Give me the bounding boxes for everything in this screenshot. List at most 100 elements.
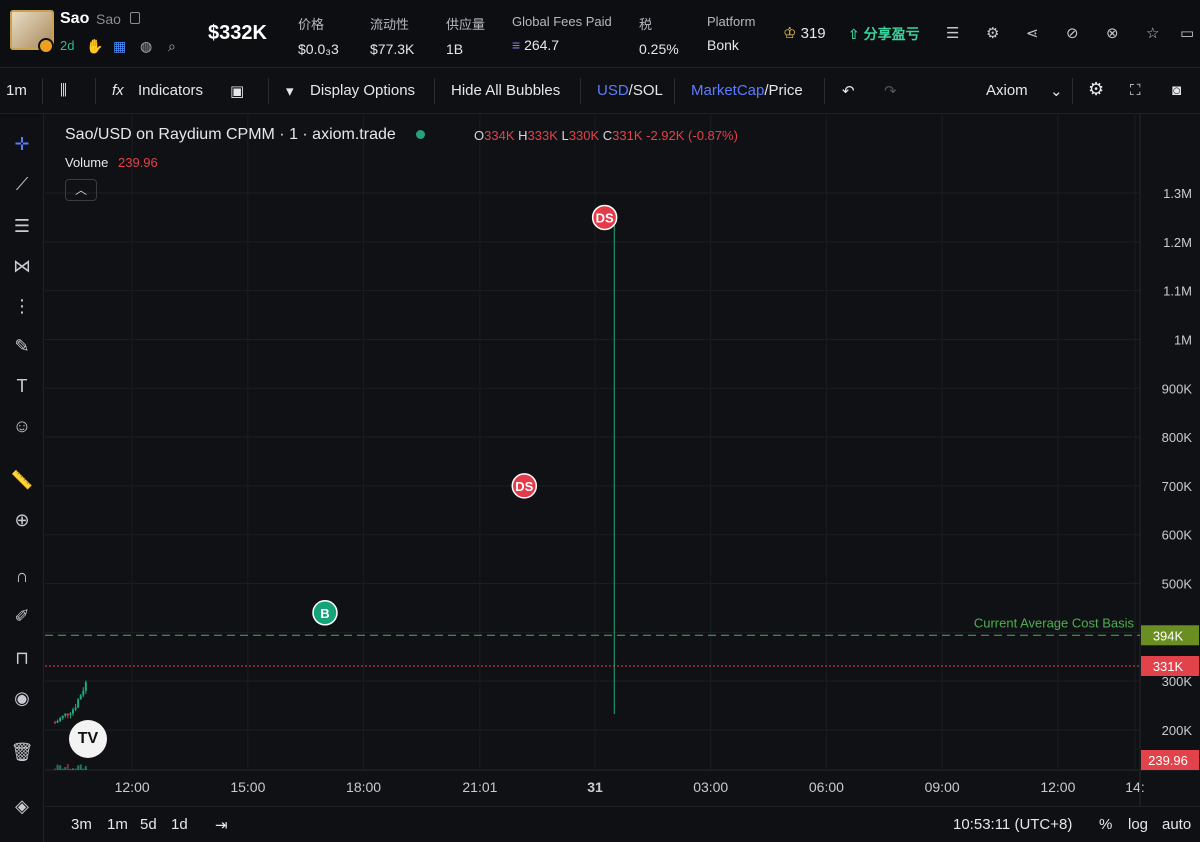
candle-type-icon[interactable]: ⫼ xyxy=(60,82,67,99)
hand-icon[interactable]: ✋ xyxy=(86,38,103,55)
stat-label: 供应量 xyxy=(446,17,486,32)
hide-icon[interactable]: ⊗ xyxy=(1106,24,1119,42)
volume-bar xyxy=(84,766,87,770)
goto-date-icon[interactable]: ⇥ xyxy=(215,816,228,834)
y-tick-label: 200K xyxy=(1162,723,1193,738)
holders-count[interactable]: ♔ 319 xyxy=(783,24,826,42)
zoom-in-icon[interactable]: ⊕ xyxy=(8,506,36,534)
range-1d[interactable]: 1d xyxy=(171,816,188,833)
volume-bar xyxy=(54,768,56,770)
price-chart[interactable]: 200K300K400K500K600K700K800K900K1M1.1M1.… xyxy=(45,114,1200,806)
marketcap-option[interactable]: MarketCap xyxy=(691,82,764,99)
volume-bar xyxy=(56,764,59,770)
layers-icon[interactable]: ◈ xyxy=(8,792,36,820)
percent-toggle[interactable]: % xyxy=(1099,816,1112,833)
y-tick-label: 1.3M xyxy=(1163,186,1192,201)
star-icon[interactable]: ☆ xyxy=(1146,24,1159,42)
volume-bar xyxy=(72,768,74,770)
share-icon[interactable]: ⋖ xyxy=(1026,24,1039,42)
magnet-icon[interactable]: ∩ xyxy=(8,562,36,590)
more-icon[interactable]: ▭ xyxy=(1180,24,1194,42)
list-icon[interactable]: ☰ xyxy=(946,24,959,42)
volume-bar xyxy=(59,765,62,770)
eye-off-icon[interactable]: ⊘ xyxy=(1066,24,1079,42)
redo-icon[interactable]: ↷ xyxy=(884,82,897,100)
trendline-icon[interactable]: ⟋ xyxy=(8,170,36,198)
usd-option[interactable]: USD xyxy=(597,82,629,99)
undo-icon[interactable]: ↶ xyxy=(842,82,855,100)
volume-bar xyxy=(82,768,85,770)
hide-bubbles-button[interactable]: Hide All Bubbles xyxy=(451,82,560,99)
text-icon[interactable]: T xyxy=(8,372,36,400)
search-icon[interactable]: ⌕ xyxy=(168,38,176,55)
volume-bar xyxy=(66,764,69,770)
pattern-icon[interactable]: ⋈ xyxy=(8,252,36,280)
range-1m[interactable]: 1m xyxy=(107,816,128,833)
x-tick-label: 31 xyxy=(587,779,603,795)
y-tick-label: 900K xyxy=(1162,381,1193,396)
chevron-down-icon[interactable]: ▾ xyxy=(286,82,294,100)
high-value: 333K xyxy=(527,128,558,143)
lock-drawing-icon[interactable]: ✐ xyxy=(8,602,36,630)
candle-body xyxy=(84,682,87,691)
metric-toggle[interactable]: MarketCap/Price xyxy=(691,82,803,99)
brush-icon[interactable]: ✎ xyxy=(8,332,36,360)
range-5d[interactable]: 5d xyxy=(140,816,157,833)
fullscreen-icon[interactable]: ⛶ xyxy=(1130,82,1141,99)
volume-bar xyxy=(64,767,67,770)
interval-selector[interactable]: 1m xyxy=(6,82,27,99)
clock[interactable]: 10:53:11 (UTC+8) xyxy=(953,816,1072,833)
tradingview-logo[interactable]: TV xyxy=(69,720,107,758)
log-toggle[interactable]: log xyxy=(1128,816,1148,833)
range-3m[interactable]: 3m xyxy=(71,816,92,833)
emoji-icon[interactable]: ☺ xyxy=(8,412,36,440)
camera-icon[interactable]: ◙ xyxy=(1172,82,1181,99)
auto-toggle[interactable]: auto xyxy=(1162,816,1191,833)
projection-icon[interactable]: ⋮ xyxy=(8,292,36,320)
stat-label: 流动性 xyxy=(370,17,410,32)
divider xyxy=(580,78,581,104)
price-line-label: Current Average Cost Basis xyxy=(974,615,1135,630)
display-options-button[interactable]: Display Options xyxy=(310,82,415,99)
gear-icon[interactable]: ⚙ xyxy=(986,24,999,42)
x-tick-label: 18:00 xyxy=(346,779,381,795)
candle-body xyxy=(74,707,77,710)
stat-platform: Platform Bonk xyxy=(707,14,755,53)
share-pnl-button[interactable]: ⇧ 分享盈亏 xyxy=(848,24,920,44)
price-option[interactable]: /Price xyxy=(764,82,802,99)
share-label: 分享盈亏 xyxy=(863,26,920,42)
sol-option[interactable]: /SOL xyxy=(629,82,663,99)
settings-icon[interactable]: ⚙ xyxy=(1088,79,1104,100)
ruler-icon[interactable]: 📏 xyxy=(8,466,36,494)
indicators-button[interactable]: Indicators xyxy=(138,82,203,99)
low-value: 330K xyxy=(568,128,600,143)
y-tick-label: 1M xyxy=(1174,332,1192,347)
currency-toggle[interactable]: USD/SOL xyxy=(597,82,663,99)
fib-icon[interactable]: ☰ xyxy=(8,212,36,240)
change-value: -2.92K (-0.87%) xyxy=(646,128,738,143)
candle-body xyxy=(82,690,85,696)
y-tick-label: 600K xyxy=(1162,528,1193,543)
templates-icon[interactable]: ▣ xyxy=(230,82,244,100)
x-tick-label: 21:01 xyxy=(462,779,497,795)
chevron-down-icon[interactable]: ⌄ xyxy=(1050,82,1063,100)
lock-icon[interactable]: ⊓ xyxy=(8,644,36,672)
source-selector[interactable]: Axiom xyxy=(986,82,1028,99)
holders-value: 319 xyxy=(800,25,826,42)
copy-icon[interactable] xyxy=(130,12,140,24)
h-label: H xyxy=(518,128,528,143)
globe-icon[interactable]: ◍ xyxy=(140,38,152,55)
trash-icon[interactable]: 🗑 xyxy=(8,738,36,766)
stat-liquidity: 流动性 $77.3K xyxy=(370,14,414,57)
x-tick-label: 06:00 xyxy=(809,779,844,795)
drawing-toolbar: ✛ ⟋ ☰ ⋈ ⋮ ✎ T ☺ 📏 ⊕ ∩ ✐ ⊓ ◉ 🗑 ◈ xyxy=(0,114,44,842)
candle-body xyxy=(59,718,62,722)
fx-icon[interactable]: fx xyxy=(112,82,124,99)
chart-area[interactable]: 200K300K400K500K600K700K800K900K1M1.1M1.… xyxy=(45,114,1200,842)
grid-link-icon[interactable]: ▦ xyxy=(113,38,126,55)
collapse-legend-button[interactable]: ︿ xyxy=(65,179,97,201)
crosshair-icon[interactable]: ✛ xyxy=(8,130,36,158)
eye-icon[interactable]: ◉ xyxy=(8,684,36,712)
trade-marker-label: B xyxy=(320,606,329,621)
live-dot-icon xyxy=(416,130,426,139)
